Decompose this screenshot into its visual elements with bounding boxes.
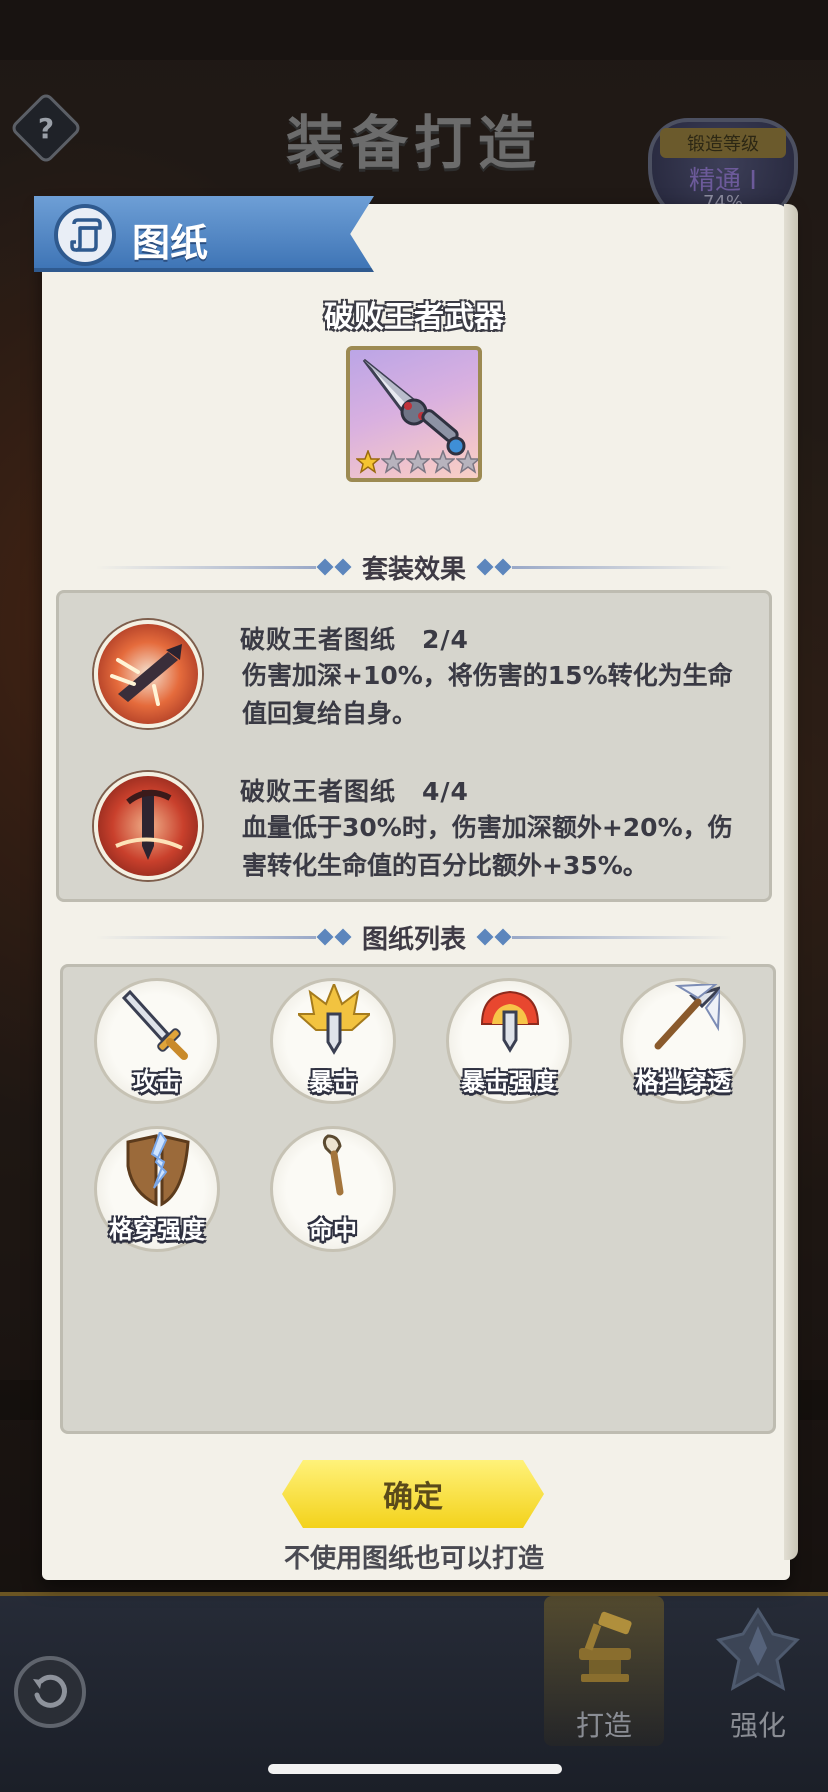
set-effect-4-icon <box>94 772 202 880</box>
blueprint-crit[interactable]: 暴击 <box>270 978 396 1104</box>
blueprint-list-heading: 图纸列表 <box>96 922 733 955</box>
spear-icon <box>654 984 720 1050</box>
confirm-button[interactable]: 确定 <box>282 1460 544 1528</box>
scroll-icon <box>54 204 116 266</box>
set-effect-4-description: 血量低于30%时，伤害加深额外+20%，伤害转化生命值的百分比额外+35%。 <box>242 813 733 880</box>
weapon-name: 破败王者武器 <box>324 300 504 335</box>
set-effect-4-title: 破败王者图纸 4/4 <box>240 777 469 806</box>
crit-power-icon <box>480 990 540 1053</box>
anvil-hammer-icon <box>579 1611 632 1682</box>
tab-upgrade-label: 强化 <box>729 1709 786 1742</box>
star-empty-icon <box>431 450 455 474</box>
blueprint-accuracy-label: 命中 <box>309 1216 357 1244</box>
blueprint-block-pen-power-label: 格穿强度 <box>109 1216 205 1244</box>
home-indicator[interactable] <box>268 1764 562 1774</box>
shield-break-icon <box>126 1132 190 1207</box>
sword-icon <box>122 989 188 1060</box>
blueprint-accuracy[interactable]: 命中 <box>270 1126 396 1252</box>
blueprint-crit-power-label: 暴击强度 <box>461 1068 557 1096</box>
arrow-icon <box>322 1134 344 1196</box>
set-effects-heading: 套装效果 <box>96 552 733 585</box>
back-button[interactable] <box>14 1656 86 1728</box>
blueprint-attack-label: 攻击 <box>133 1068 181 1096</box>
tab-upgrade[interactable]: 强化 <box>698 1596 818 1746</box>
tab-forge[interactable]: 打造 <box>544 1596 664 1746</box>
tab-forge-label: 打造 <box>575 1709 632 1742</box>
back-arrow-icon <box>33 1674 67 1708</box>
blueprint-block-pen-power[interactable]: 格穿强度 <box>94 1126 220 1252</box>
forge-level-label: 锻造等级 <box>660 128 786 158</box>
star-filled-icon <box>356 450 380 474</box>
blueprint-crit-power[interactable]: 暴击强度 <box>446 978 572 1104</box>
set-effects-title: 套装效果 <box>362 554 467 585</box>
upgrade-crest-icon <box>716 1607 800 1691</box>
crit-icon <box>298 984 370 1055</box>
set-effect-2-icon <box>94 620 202 728</box>
weapon-card[interactable] <box>346 346 482 482</box>
star-empty-icon <box>381 450 405 474</box>
set-effect-2-description: 伤害加深+10%，将伤害的15%转化为生命值回复给自身。 <box>242 661 733 728</box>
blueprint-block-penetration[interactable]: 格挡穿透 <box>620 978 746 1104</box>
panel-title: 图纸 <box>132 221 209 265</box>
blueprint-block-penetration-label: 格挡穿透 <box>635 1068 731 1096</box>
blueprint-list-title: 图纸列表 <box>362 924 467 955</box>
star-empty-icon <box>406 450 430 474</box>
set-effect-2-title: 破败王者图纸 2/4 <box>240 625 469 654</box>
blueprint-crit-label: 暴击 <box>309 1068 357 1096</box>
blueprint-attack[interactable]: 攻击 <box>94 978 220 1104</box>
forge-hint: 不使用图纸也可以打造 <box>283 1544 544 1574</box>
star-empty-icon <box>456 450 478 474</box>
weapon-stars <box>356 450 478 474</box>
